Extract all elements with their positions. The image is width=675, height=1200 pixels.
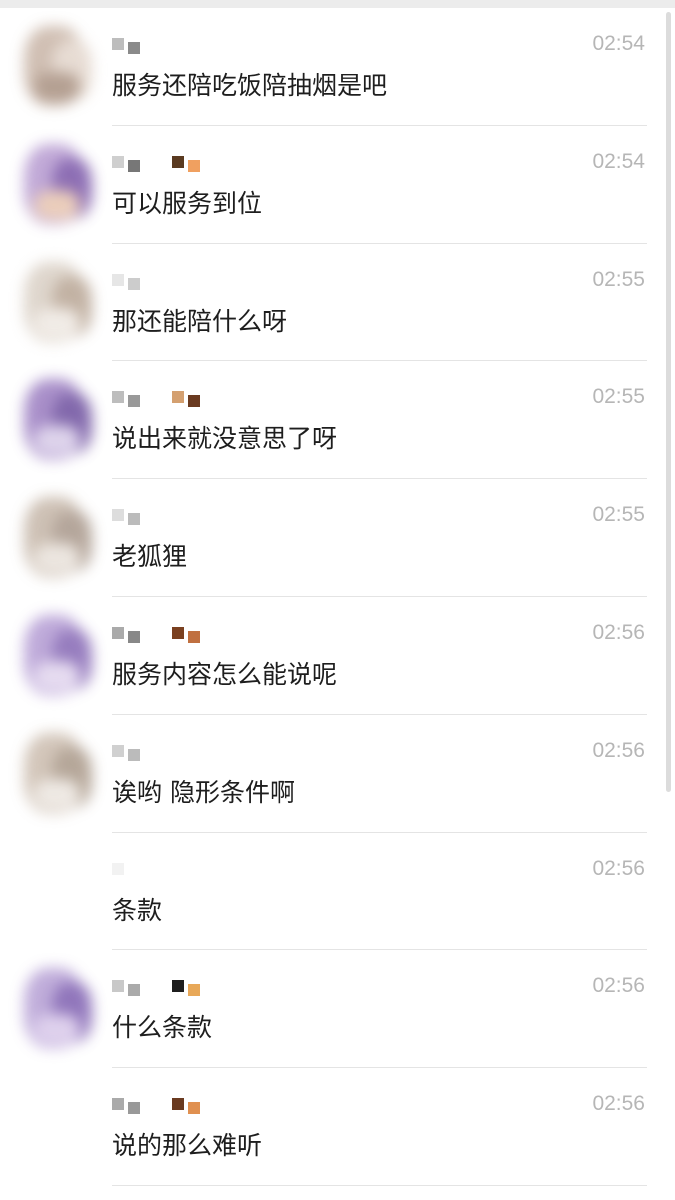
contact-name-pixelated [112, 1098, 232, 1115]
avatar[interactable] [14, 491, 110, 587]
chat-list-item[interactable]: 02:56 什么条款 [0, 950, 675, 1069]
name-pixel [128, 748, 140, 761]
avatar[interactable] [14, 373, 110, 469]
timestamp: 02:56 [592, 1092, 645, 1116]
contact-name-pixelated [112, 862, 232, 877]
name-pixel [112, 980, 124, 993]
name-pixel [112, 626, 124, 639]
contact-name-pixelated [112, 980, 232, 997]
name-pixel [188, 630, 200, 643]
timestamp: 02:54 [592, 149, 645, 173]
contact-name-pixelated [112, 744, 232, 761]
chat-list-item[interactable]: 02:54 服务还陪吃饭陪抽烟是吧 [0, 8, 675, 126]
chat-list-item[interactable]: 02:56 说的那么难听 [0, 1068, 675, 1186]
chat-list-item[interactable]: 02:55 老狐狸 [0, 479, 675, 597]
name-pixel [188, 984, 200, 997]
avatar[interactable] [14, 962, 110, 1058]
name-pixel [172, 980, 184, 993]
contact-name-pixelated [112, 273, 232, 290]
message-preview: 那还能陪什么呀 [112, 306, 288, 336]
timestamp: 02:56 [592, 974, 645, 998]
name-pixel [128, 395, 140, 408]
name-pixel [172, 1098, 184, 1111]
contact-name-pixelated [112, 626, 232, 643]
timestamp: 02:56 [592, 620, 645, 644]
message-preview: 服务内容怎么能说呢 [112, 659, 338, 689]
scrollbar[interactable] [666, 12, 671, 792]
name-pixel [188, 395, 200, 408]
name-pixel [172, 626, 184, 639]
avatar[interactable] [14, 845, 110, 941]
message-preview: 什么条款 [112, 1013, 213, 1043]
chat-list: 02:54 服务还陪吃饭陪抽烟是吧 02:54 可以服务到位 02:55 那还能… [0, 8, 675, 1186]
avatar[interactable] [14, 20, 110, 116]
message-preview: 老狐狸 [112, 542, 188, 572]
divider [112, 1184, 647, 1186]
name-pixel [128, 277, 140, 290]
name-pixel [128, 513, 140, 526]
name-pixel [112, 744, 124, 757]
chat-list-item[interactable]: 02:56 诶哟 隐形条件啊 [0, 715, 675, 833]
name-pixel [112, 391, 124, 404]
chat-list-item[interactable]: 02:55 那还能陪什么呀 [0, 244, 675, 362]
name-pixel [172, 391, 184, 404]
timestamp: 02:55 [592, 267, 645, 291]
timestamp: 02:55 [592, 503, 645, 527]
contact-name-pixelated [112, 38, 232, 54]
timestamp: 02:54 [592, 32, 645, 55]
name-pixel [112, 509, 124, 522]
avatar[interactable] [14, 256, 110, 352]
contact-name-pixelated [112, 155, 232, 172]
timestamp: 02:56 [592, 856, 645, 880]
chat-list-item[interactable]: 02:56 服务内容怎么能说呢 [0, 597, 675, 715]
contact-name-pixelated [112, 391, 232, 408]
name-pixel [112, 1098, 124, 1111]
chat-list-item[interactable]: 02:54 可以服务到位 [0, 126, 675, 244]
chat-list-item[interactable]: 02:55 说出来就没意思了呀 [0, 361, 675, 480]
name-pixel [112, 155, 124, 168]
name-pixel [128, 630, 140, 643]
message-preview: 说的那么难听 [112, 1131, 263, 1161]
avatar[interactable] [14, 1080, 110, 1176]
timestamp: 02:56 [592, 738, 645, 762]
status-bar-strip [0, 0, 675, 8]
name-pixel [128, 159, 140, 172]
name-pixel [112, 862, 124, 875]
contact-name-pixelated [112, 509, 232, 526]
name-pixel [128, 984, 140, 997]
name-pixel [128, 42, 140, 54]
name-pixel [112, 273, 124, 286]
name-pixel [188, 1102, 200, 1115]
message-preview: 诶哟 隐形条件啊 [112, 777, 295, 807]
timestamp: 02:55 [592, 385, 645, 409]
name-pixel [128, 1102, 140, 1115]
name-pixel [188, 159, 200, 172]
message-preview: 服务还陪吃饭陪抽烟是吧 [112, 71, 388, 100]
message-preview: 条款 [112, 895, 163, 925]
avatar[interactable] [14, 727, 110, 823]
name-pixel [172, 155, 184, 168]
avatar[interactable] [14, 138, 110, 234]
chat-list-item[interactable]: 02:56 条款 [0, 833, 675, 951]
message-preview: 说出来就没意思了呀 [112, 424, 338, 454]
avatar[interactable] [14, 609, 110, 705]
name-pixel [112, 38, 124, 50]
message-preview: 可以服务到位 [112, 188, 263, 218]
